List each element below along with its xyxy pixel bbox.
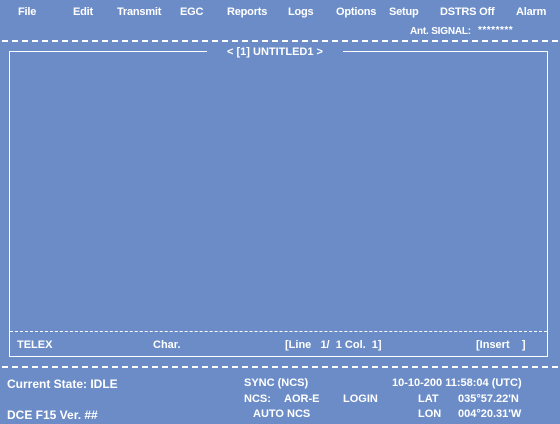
status-divider — [2, 366, 558, 368]
menu-edit[interactable]: Edit — [73, 6, 93, 18]
menu-file[interactable]: File — [18, 6, 36, 18]
version: DCE F15 Ver. ## — [7, 408, 98, 422]
sync-status: SYNC (NCS) — [244, 377, 309, 389]
ncs-value: AOR-E — [284, 393, 320, 405]
cursor-position: [Line 1/ 1 Col. 1] — [285, 339, 382, 351]
longitude: 004°20.31'W — [458, 408, 522, 420]
dstrs-status[interactable]: DSTRS Off — [440, 6, 495, 18]
menu-setup[interactable]: Setup — [389, 6, 419, 18]
menu-transmit[interactable]: Transmit — [117, 6, 161, 18]
date-time: 10-10-200 11:58:04 (UTC) — [392, 377, 522, 389]
signal-strength-stars: ******** — [478, 25, 514, 36]
ncs-label: NCS: — [244, 393, 271, 405]
lon-label: LON — [418, 408, 442, 420]
menu-egc[interactable]: EGC — [180, 6, 203, 18]
menu-options[interactable]: Options — [336, 6, 376, 18]
latitude: 035°57.22'N — [458, 393, 519, 405]
auto-ncs: AUTO NCS — [253, 408, 311, 420]
message-editor[interactable] — [9, 51, 548, 357]
editor-mode: TELEX — [17, 339, 53, 351]
lat-label: LAT — [418, 393, 439, 405]
editor-status-divider — [10, 331, 547, 332]
signal-label: Ant. SIGNAL: — [410, 26, 471, 37]
top-divider — [2, 40, 558, 42]
menu-reports[interactable]: Reports — [227, 6, 267, 18]
insert-mode: [Insert ] — [476, 339, 526, 351]
editor-unit: Char. — [153, 339, 181, 351]
terminal-screen: File Edit Transmit EGC Reports Logs Opti… — [0, 0, 560, 424]
menu-alarm[interactable]: Alarm — [516, 6, 546, 18]
editor-title: < [1] UNTITLED1 > — [207, 45, 343, 59]
login-status: LOGIN — [343, 393, 378, 405]
current-state: Current State: IDLE — [7, 377, 118, 391]
menu-logs[interactable]: Logs — [288, 6, 314, 18]
